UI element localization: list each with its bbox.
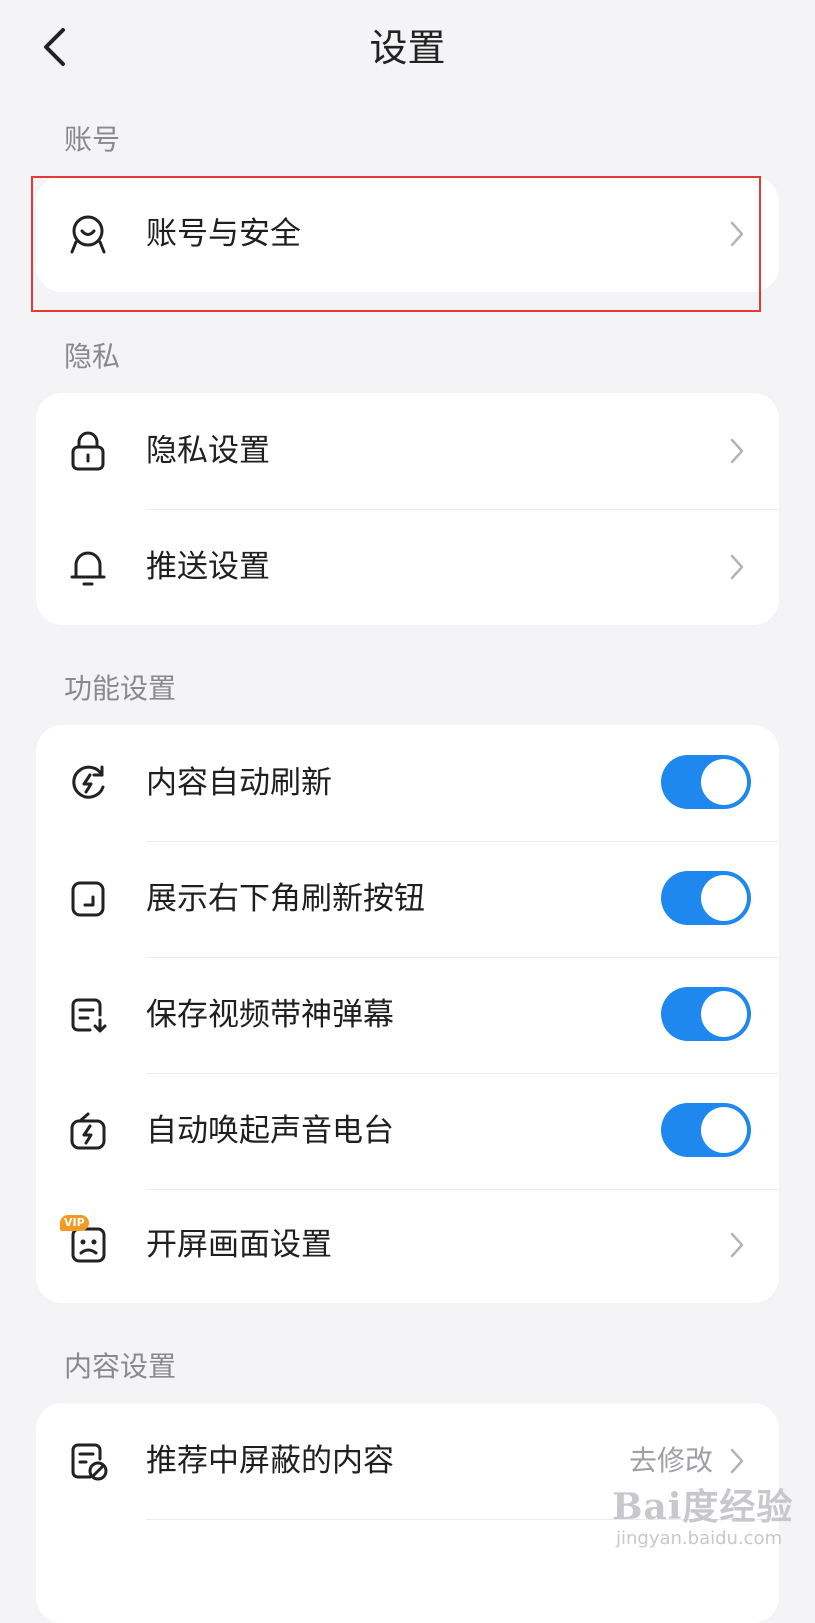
splash-image-icon-wrap: VIP — [60, 1215, 110, 1267]
watermark-url: jingyan.baidu.com — [616, 1528, 783, 1549]
toggle-knob — [701, 759, 747, 805]
vip-badge: VIP — [60, 1215, 89, 1231]
chevron-right-icon — [730, 554, 744, 580]
privacy-settings-item[interactable]: 隐私设置 — [36, 393, 779, 509]
show-refresh-button-toggle[interactable] — [661, 871, 751, 925]
baidu-jingyan-watermark: Bai度经验 jingyan.baidu.com — [612, 1478, 802, 1558]
section-label-features: 功能设置 — [64, 672, 177, 705]
auto-refresh-item: 内容自动刷新 — [36, 725, 779, 841]
user-face-icon — [70, 215, 106, 254]
page-title: 设置 — [369, 26, 446, 70]
splash-screen-settings-item[interactable]: VIP 开屏画面设置 — [36, 1187, 779, 1303]
auto-refresh-label: 内容自动刷新 — [146, 765, 332, 801]
show-refresh-button-label: 展示右下角刷新按钮 — [146, 881, 425, 917]
radio-bolt-icon — [70, 1112, 106, 1150]
push-settings-item[interactable]: 推送设置 — [36, 509, 779, 625]
push-settings-label: 推送设置 — [146, 549, 270, 585]
header-bar: 设置 — [0, 0, 815, 100]
section-label-privacy: 隐私 — [64, 340, 121, 373]
save-video-danmaku-label: 保存视频带神弹幕 — [146, 997, 394, 1033]
refresh-bolt-icon — [72, 765, 105, 799]
account-security-label: 账号与安全 — [146, 216, 301, 252]
save-video-danmaku-toggle[interactable] — [661, 987, 751, 1041]
corner-square-icon — [71, 881, 105, 917]
toggle-knob — [701, 875, 747, 921]
danmaku-save-icon — [71, 998, 107, 1033]
save-video-danmaku-item: 保存视频带神弹幕 — [36, 957, 779, 1073]
chevron-right-icon — [730, 221, 744, 247]
watermark-logo: Bai度经验 — [612, 1486, 794, 1528]
section-label-account: 账号 — [64, 123, 121, 156]
account-card: 账号与安全 — [36, 176, 779, 292]
privacy-card: 隐私设置 推送设置 — [36, 393, 779, 625]
section-label-content: 内容设置 — [64, 1350, 177, 1383]
lock-icon — [71, 431, 105, 471]
features-card: 内容自动刷新 展示右下角刷新按钮 保存视频带神弹幕 自动唤起声音电台 VIP 开… — [36, 725, 779, 1303]
account-security-item[interactable]: 账号与安全 — [36, 176, 779, 292]
toggle-knob — [701, 1107, 747, 1153]
blocked-doc-icon — [71, 1443, 108, 1481]
auto-voice-radio-item: 自动唤起声音电台 — [36, 1073, 779, 1189]
bell-icon — [70, 551, 106, 586]
chevron-right-icon — [730, 1232, 744, 1258]
blocked-content-label: 推荐中屏蔽的内容 — [146, 1443, 394, 1479]
auto-voice-radio-toggle[interactable] — [661, 1103, 751, 1157]
chevron-right-icon — [730, 438, 744, 464]
auto-refresh-toggle[interactable] — [661, 755, 751, 809]
auto-voice-radio-label: 自动唤起声音电台 — [146, 1113, 394, 1149]
privacy-settings-label: 隐私设置 — [146, 433, 270, 469]
toggle-knob — [701, 991, 747, 1037]
show-refresh-button-item: 展示右下角刷新按钮 — [36, 841, 779, 957]
chevron-right-icon — [730, 1448, 744, 1474]
splash-screen-settings-label: 开屏画面设置 — [146, 1227, 332, 1263]
